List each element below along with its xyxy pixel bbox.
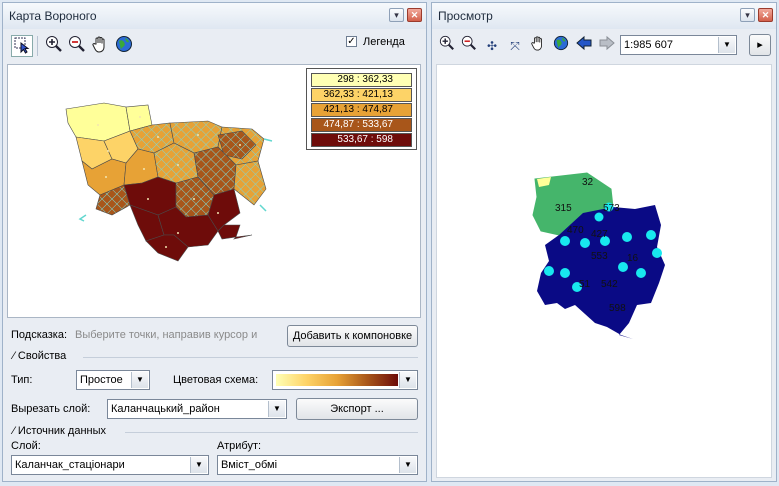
chevron-down-icon: ▼ xyxy=(131,372,148,388)
close-icon[interactable]: ✕ xyxy=(407,8,422,22)
color-scheme-select[interactable]: ▼ xyxy=(272,370,418,390)
legend-entry: 474,87 : 533,67 xyxy=(311,118,412,132)
map-label: 470 xyxy=(567,225,584,236)
map-label: 573 xyxy=(603,203,620,214)
scale-value: 1:985 607 xyxy=(624,39,673,51)
chevron-down-icon: ▼ xyxy=(190,457,207,473)
chevron-down-icon: ▼ xyxy=(399,457,416,473)
back-arrow-icon[interactable] xyxy=(573,35,595,57)
layer-label: Слой: xyxy=(11,440,41,452)
preview-window: Просмотр ▾ ✕ ✣ ⤧ 1:985 607 ▼ ▸ 315 32 57… xyxy=(431,2,777,482)
map-label: 427 xyxy=(591,229,608,240)
select-arrow-icon[interactable] xyxy=(11,35,33,57)
properties-label: Свойства xyxy=(17,350,67,362)
cut-layer-value: Каланчацький_район xyxy=(111,403,220,415)
close-icon[interactable]: ✕ xyxy=(758,8,773,22)
chevron-down-icon: ▼ xyxy=(268,401,285,417)
attribute-label: Атрибут: xyxy=(217,440,262,452)
preview-titlebar[interactable]: Просмотр ▾ ✕ xyxy=(432,3,776,29)
map-label: 598 xyxy=(609,303,626,314)
voronoi-toolbar: ✓ Легенда xyxy=(7,33,422,61)
map-legend: 298 : 362,33 362,33 : 421,13 421,13 : 47… xyxy=(306,68,417,150)
toolbar-separator xyxy=(37,36,38,56)
zoom-out-icon[interactable] xyxy=(66,35,88,57)
zoom-in-icon[interactable] xyxy=(436,35,458,57)
voronoi-window: Карта Вороного ▾ ✕ ✓ Легенда 298: 362,3… xyxy=(2,2,427,482)
legend-entry: 421,13 : 474,87 xyxy=(311,103,412,117)
map-label: 32 xyxy=(582,177,594,188)
dropdown-icon[interactable]: ▾ xyxy=(740,8,755,22)
properties-divider xyxy=(83,357,418,358)
preview-title: Просмотр xyxy=(438,9,493,23)
data-source-divider xyxy=(125,432,418,433)
preview-toolbar: ✣ ⤧ 1:985 607 ▼ ▸ xyxy=(436,33,772,61)
globe-icon[interactable] xyxy=(113,35,135,57)
map-label: 16 xyxy=(627,253,639,264)
hint-text: Выберите точки, направив курсор и xyxy=(75,329,258,341)
hint-label: Подсказка: xyxy=(11,329,68,341)
dropdown-icon[interactable]: ▾ xyxy=(389,8,404,22)
voronoi-titlebar[interactable]: Карта Вороного ▾ ✕ xyxy=(3,3,426,29)
chevron-down-icon: ▼ xyxy=(718,37,735,53)
add-to-layout-button[interactable]: Добавить к компоновке xyxy=(287,325,418,347)
map-label: 315 xyxy=(555,203,572,214)
cut-layer-select[interactable]: Каланчацький_район ▼ xyxy=(107,399,287,419)
legend-entry: 298 : 362,33 xyxy=(311,73,412,87)
data-source-group-label[interactable]: ⁄ Источник данных xyxy=(13,425,106,437)
legend-entry: 533,67 : 598 xyxy=(311,133,412,147)
scale-select[interactable]: 1:985 607 ▼ xyxy=(620,35,737,55)
voronoi-map-canvas[interactable]: 298 : 362,33 362,33 : 421,13 421,13 : 47… xyxy=(7,64,421,318)
legend-checkbox-label: Легенда xyxy=(363,36,405,48)
map-label: 51 xyxy=(579,279,591,290)
fixed-zoom-in-icon[interactable]: ✣ xyxy=(481,35,503,57)
map-label: 553 xyxy=(591,251,608,262)
color-scheme-label: Цветовая схема: xyxy=(173,374,259,386)
properties-group-label[interactable]: ⁄ Свойства xyxy=(13,350,66,362)
layer-value: Каланчак_стаціонари xyxy=(15,459,125,471)
cut-layer-label: Вырезать слой: xyxy=(11,403,91,415)
legend-entry: 362,33 : 421,13 xyxy=(311,88,412,102)
fixed-zoom-out-icon[interactable]: ⤧ xyxy=(504,35,526,57)
preview-map: 315 32 573 470 427 553 16 542 51 598 xyxy=(532,172,665,339)
legend-checkbox[interactable]: ✓ xyxy=(346,36,357,47)
preview-map-canvas[interactable]: 315 32 573 470 427 553 16 542 51 598 xyxy=(436,64,772,478)
type-label: Тип: xyxy=(11,374,33,386)
forward-arrow-icon[interactable] xyxy=(596,35,618,57)
color-ramp-swatch xyxy=(276,374,398,386)
chevron-down-icon: ▼ xyxy=(399,372,416,388)
zoom-in-icon[interactable] xyxy=(43,35,65,57)
data-source-label: Источник данных xyxy=(17,425,107,437)
type-select-value: Простое xyxy=(80,374,123,386)
layer-select[interactable]: Каланчак_стаціонари ▼ xyxy=(11,455,209,475)
toolbar-more-button[interactable]: ▸ xyxy=(749,34,771,56)
map-label: 542 xyxy=(601,279,618,290)
pan-hand-icon[interactable] xyxy=(527,35,549,57)
pan-hand-icon[interactable] xyxy=(89,35,111,57)
attribute-value: Вміст_обмі xyxy=(221,459,278,471)
zoom-out-icon[interactable] xyxy=(458,35,480,57)
attribute-select[interactable]: Вміст_обмі ▼ xyxy=(217,455,418,475)
export-button[interactable]: Экспорт ... xyxy=(296,398,418,420)
type-select[interactable]: Простое ▼ xyxy=(76,370,150,390)
globe-icon[interactable] xyxy=(550,35,572,57)
voronoi-title: Карта Вороного xyxy=(9,9,97,23)
